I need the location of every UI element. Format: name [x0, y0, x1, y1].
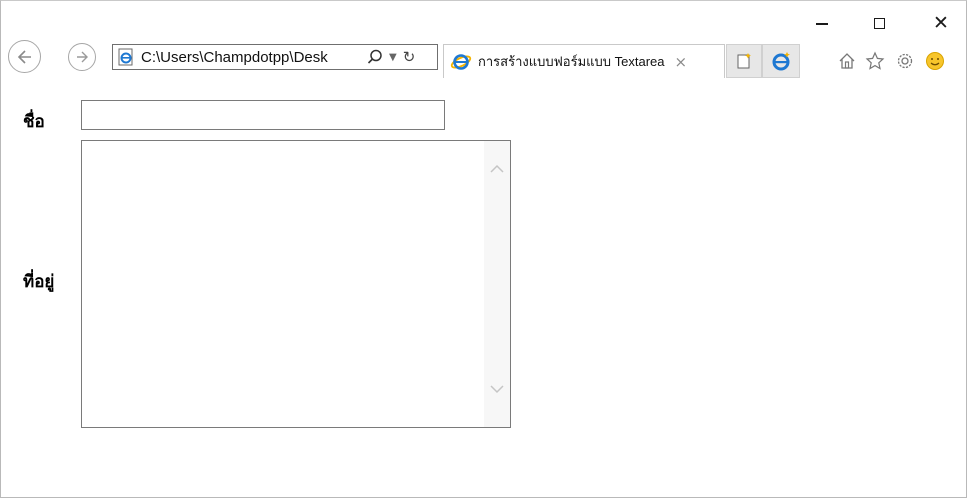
- name-input[interactable]: [81, 100, 445, 130]
- ie-logo-icon: [772, 52, 790, 71]
- browser-tab-active[interactable]: การสร้างแบบฟอร์มแบบ Textarea ×: [443, 44, 725, 78]
- forward-button[interactable]: [68, 43, 96, 71]
- gear-icon[interactable]: [894, 50, 916, 72]
- dropdown-arrow-icon[interactable]: ▼: [389, 52, 397, 63]
- scroll-down-icon[interactable]: [489, 383, 505, 395]
- new-tab-button[interactable]: [726, 44, 762, 78]
- textarea-scrollbar[interactable]: [484, 141, 510, 427]
- ie-new-tab-button[interactable]: [762, 44, 800, 78]
- back-button[interactable]: [8, 40, 41, 73]
- minimize-button[interactable]: [808, 10, 836, 36]
- ie-page-icon: [118, 48, 133, 66]
- minimize-icon: [816, 23, 828, 25]
- forward-arrow-icon: [77, 51, 88, 63]
- maximize-icon: [873, 17, 885, 29]
- close-icon: ✕: [933, 11, 949, 34]
- address-label: ที่อยู่: [23, 272, 55, 292]
- search-icon[interactable]: [367, 49, 383, 65]
- tab-title: การสร้างแบบฟอร์มแบบ Textarea: [478, 54, 665, 69]
- address-bar[interactable]: C:\Users\Champdotpp\Desk ▼ ↻: [112, 44, 438, 70]
- maximize-button[interactable]: [865, 10, 893, 36]
- feedback-smiley-icon[interactable]: [924, 50, 946, 72]
- address-text: C:\Users\Champdotpp\Desk: [141, 48, 328, 66]
- scroll-up-icon[interactable]: [489, 163, 505, 175]
- refresh-icon[interactable]: ↻: [403, 48, 416, 66]
- ie-logo-icon: [450, 53, 472, 70]
- name-label: ชื่อ: [23, 112, 45, 132]
- address-textarea[interactable]: [82, 141, 484, 427]
- tab-close-icon[interactable]: ×: [675, 53, 688, 71]
- home-icon[interactable]: [836, 50, 858, 72]
- back-arrow-icon: [17, 49, 31, 64]
- page-content: ชื่อ ที่อยู่: [0, 88, 967, 498]
- new-tab-icon: [737, 53, 751, 69]
- close-window-button[interactable]: ✕: [927, 10, 955, 36]
- address-textarea-container: [81, 140, 511, 428]
- favorites-star-icon[interactable]: [864, 50, 886, 72]
